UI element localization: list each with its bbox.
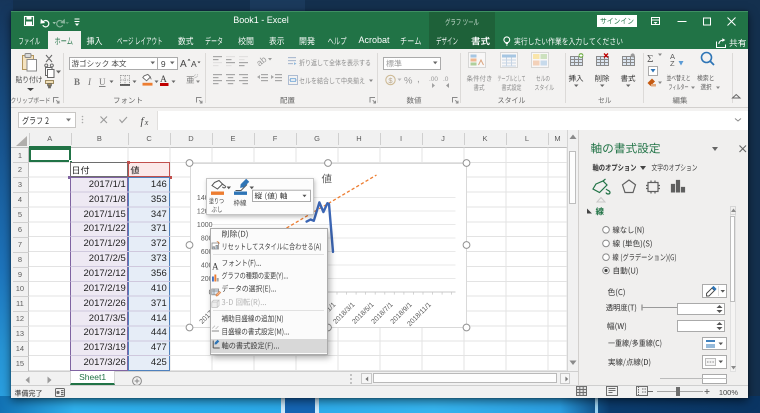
- svg-text:2017/5/1: 2017/5/1: [237, 301, 261, 325]
- svg-text:2018/5/1: 2018/5/1: [351, 301, 375, 325]
- svg-text:A: A: [180, 59, 187, 70]
- svg-text:2017/3/1: 2017/3/1: [218, 301, 242, 325]
- svg-text:2018/1/1: 2018/1/1: [313, 301, 337, 325]
- svg-text:A: A: [160, 75, 167, 85]
- svg-text:2017/11/1: 2017/11/1: [292, 301, 319, 328]
- svg-text:A: A: [191, 59, 197, 69]
- svg-text:%: %: [404, 76, 413, 87]
- svg-text:600: 600: [201, 249, 213, 256]
- svg-text:1000: 1000: [197, 222, 213, 229]
- svg-text:2017/7/1: 2017/7/1: [256, 301, 280, 325]
- svg-text:B: B: [74, 77, 80, 87]
- svg-text:.00: .00: [429, 76, 438, 83]
- svg-text:U: U: [99, 77, 106, 87]
- svg-text:x: x: [144, 118, 149, 127]
- svg-text:2017/9/1: 2017/9/1: [275, 301, 299, 325]
- svg-text:2018/9/1: 2018/9/1: [390, 301, 414, 325]
- svg-text:A: A: [670, 52, 675, 61]
- svg-text:2018/11/1: 2018/11/1: [406, 301, 433, 328]
- svg-text:2018/7/1: 2018/7/1: [370, 301, 394, 325]
- svg-text:2017/1/1: 2017/1/1: [199, 301, 223, 325]
- svg-text:Z: Z: [670, 59, 675, 68]
- svg-text:800: 800: [201, 235, 213, 242]
- svg-text:2018/3/1: 2018/3/1: [332, 301, 356, 325]
- svg-text:200: 200: [201, 276, 213, 283]
- svg-text:1200: 1200: [197, 208, 213, 215]
- svg-text:f: f: [141, 117, 146, 128]
- svg-text:.0: .0: [443, 76, 449, 83]
- svg-text:1400: 1400: [197, 195, 213, 202]
- svg-text:400: 400: [201, 262, 213, 269]
- svg-text:A: A: [212, 261, 219, 271]
- svg-text:$: $: [388, 76, 393, 85]
- svg-text:ab: ab: [254, 54, 268, 68]
- svg-text:Σ: Σ: [647, 53, 653, 65]
- svg-text:0: 0: [209, 289, 213, 296]
- svg-text:,: ,: [417, 74, 420, 85]
- svg-text:I: I: [87, 77, 92, 87]
